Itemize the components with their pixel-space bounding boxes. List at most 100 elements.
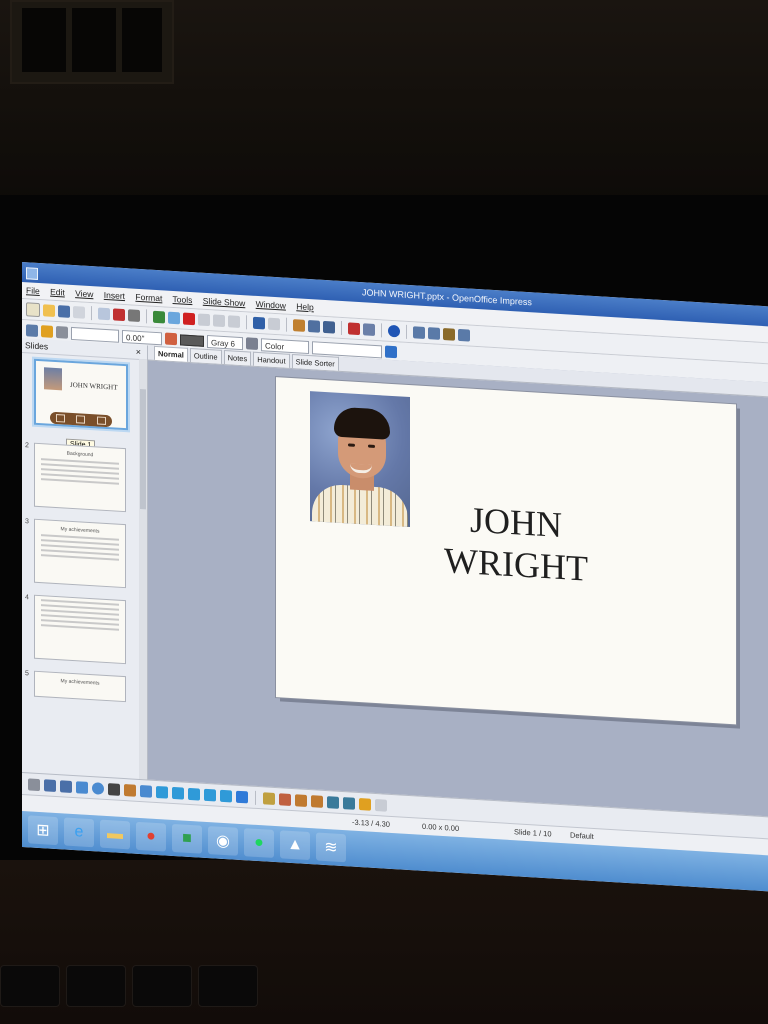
draw-functions-icon[interactable] [348, 322, 360, 336]
fontwork-icon[interactable] [279, 793, 291, 806]
cut-icon[interactable] [183, 312, 195, 326]
clone-format-icon[interactable] [228, 315, 240, 328]
menu-file[interactable]: File [26, 285, 40, 296]
connector-icon[interactable] [140, 785, 152, 798]
menu-tools[interactable]: Tools [173, 294, 193, 305]
hide-slide-icon[interactable] [76, 415, 86, 424]
menu-format[interactable]: Format [135, 292, 162, 304]
store-icon[interactable]: ■ [172, 823, 202, 854]
export-pdf-icon[interactable] [113, 308, 125, 322]
slide-title-textbox[interactable]: JOHN WRIGHT [416, 495, 616, 591]
open-folder-icon[interactable] [43, 304, 55, 317]
slide-show-icon[interactable] [458, 328, 470, 342]
current-slide[interactable]: JOHN WRIGHT [276, 377, 736, 725]
new-document-icon[interactable] [26, 302, 40, 318]
fill-type-select[interactable]: Color [261, 337, 309, 354]
arrow-style-icon[interactable] [41, 325, 53, 338]
slide-thumbnail-3[interactable]: My achievements [34, 518, 126, 589]
area-style-icon[interactable] [246, 337, 258, 351]
photo-eye [368, 444, 375, 448]
redo-icon[interactable] [268, 317, 280, 331]
line-width-field[interactable]: 0.00" [122, 329, 162, 345]
mini-photo [44, 367, 62, 391]
copy-icon[interactable] [198, 313, 210, 327]
app-icon[interactable]: ▲ [280, 830, 310, 861]
duplicate-slide-icon[interactable] [97, 416, 107, 425]
line-tool-icon[interactable] [44, 779, 56, 793]
slide-layout-icon[interactable] [428, 327, 440, 340]
scrollbar-thumb[interactable] [140, 389, 146, 510]
shadow-icon[interactable] [385, 345, 397, 359]
menu-help[interactable]: Help [296, 301, 313, 312]
block-arrows-icon[interactable] [188, 787, 200, 801]
menu-window[interactable]: Window [256, 299, 286, 311]
stars-icon[interactable] [236, 790, 248, 804]
tab-normal[interactable]: Normal [154, 345, 188, 362]
thumbnail-title: JOHN WRIGHT [70, 380, 118, 392]
symbol-shapes-icon[interactable] [172, 786, 184, 800]
chrome-icon[interactable]: ● [136, 821, 166, 852]
slide-thumbnail-5[interactable]: My achievements [34, 670, 126, 703]
flowchart-icon[interactable] [204, 788, 216, 802]
room-window [10, 0, 174, 84]
menu-slide-show[interactable]: Slide Show [203, 296, 246, 309]
align-icon[interactable] [343, 797, 355, 810]
folder-icon[interactable]: ▬ [100, 819, 130, 850]
gallery-icon[interactable] [311, 795, 323, 808]
portrait-photo[interactable] [310, 391, 410, 528]
curve-icon[interactable] [124, 784, 136, 797]
tab-outline[interactable]: Outline [189, 347, 222, 364]
menu-edit[interactable]: Edit [50, 287, 65, 298]
rotate-icon[interactable] [327, 796, 339, 809]
close-icon[interactable]: × [136, 345, 141, 359]
select-icon[interactable] [28, 778, 40, 792]
table-icon[interactable] [308, 319, 320, 333]
spotify-icon[interactable]: ● [244, 828, 274, 858]
slide-thumbnail-4[interactable] [34, 594, 126, 665]
app-icon[interactable]: ≋ [316, 832, 346, 863]
navigator-icon[interactable] [323, 320, 335, 334]
extrusion-icon[interactable] [375, 798, 387, 812]
help-icon[interactable] [388, 324, 400, 338]
menu-view[interactable]: View [75, 288, 93, 299]
email-icon[interactable] [73, 306, 85, 319]
ellipse-icon[interactable] [92, 782, 104, 795]
callouts-icon[interactable] [220, 789, 232, 803]
display-views-icon[interactable] [413, 326, 425, 339]
tab-slide-sorter[interactable]: Slide Sorter [291, 354, 339, 371]
arrow-tool-icon[interactable] [60, 780, 72, 793]
slide-design-icon[interactable] [443, 328, 455, 341]
ie-icon[interactable]: e [64, 817, 94, 848]
start-icon[interactable]: ⊞ [28, 815, 58, 846]
line-style-select[interactable] [71, 326, 119, 343]
menu-insert[interactable]: Insert [104, 290, 125, 301]
edit-file-icon[interactable] [98, 307, 110, 321]
undo-icon[interactable] [253, 316, 265, 330]
slide-thumbnail-2[interactable]: Background [34, 442, 126, 513]
start-show-icon[interactable] [55, 414, 65, 423]
autospell-icon[interactable] [168, 311, 180, 325]
paste-icon[interactable] [213, 314, 225, 328]
tab-notes[interactable]: Notes [223, 349, 252, 366]
spellcheck-icon[interactable] [153, 310, 165, 324]
from-file-icon[interactable] [295, 794, 307, 807]
basic-shapes-icon[interactable] [156, 785, 168, 799]
print-icon[interactable] [128, 309, 140, 323]
save-icon[interactable] [58, 305, 70, 318]
arrange-icon[interactable] [359, 798, 371, 811]
toolbar-separator [255, 790, 256, 805]
line-color-icon[interactable] [165, 332, 177, 346]
tab-handout[interactable]: Handout [253, 351, 290, 368]
toolbar-separator [146, 309, 147, 324]
chart-icon[interactable] [293, 319, 305, 332]
slides-scrollbar[interactable] [139, 358, 147, 803]
text-tool-icon[interactable] [108, 783, 120, 796]
fill-color-select[interactable]: Gray 6 [207, 334, 243, 350]
window-pane [72, 8, 116, 72]
zoom-icon[interactable] [363, 323, 375, 336]
browser-icon[interactable]: ◉ [208, 826, 238, 856]
points-icon[interactable] [263, 792, 275, 806]
line-style-icon[interactable] [26, 324, 38, 337]
rectangle-icon[interactable] [76, 781, 88, 794]
line-icon[interactable] [56, 326, 68, 339]
